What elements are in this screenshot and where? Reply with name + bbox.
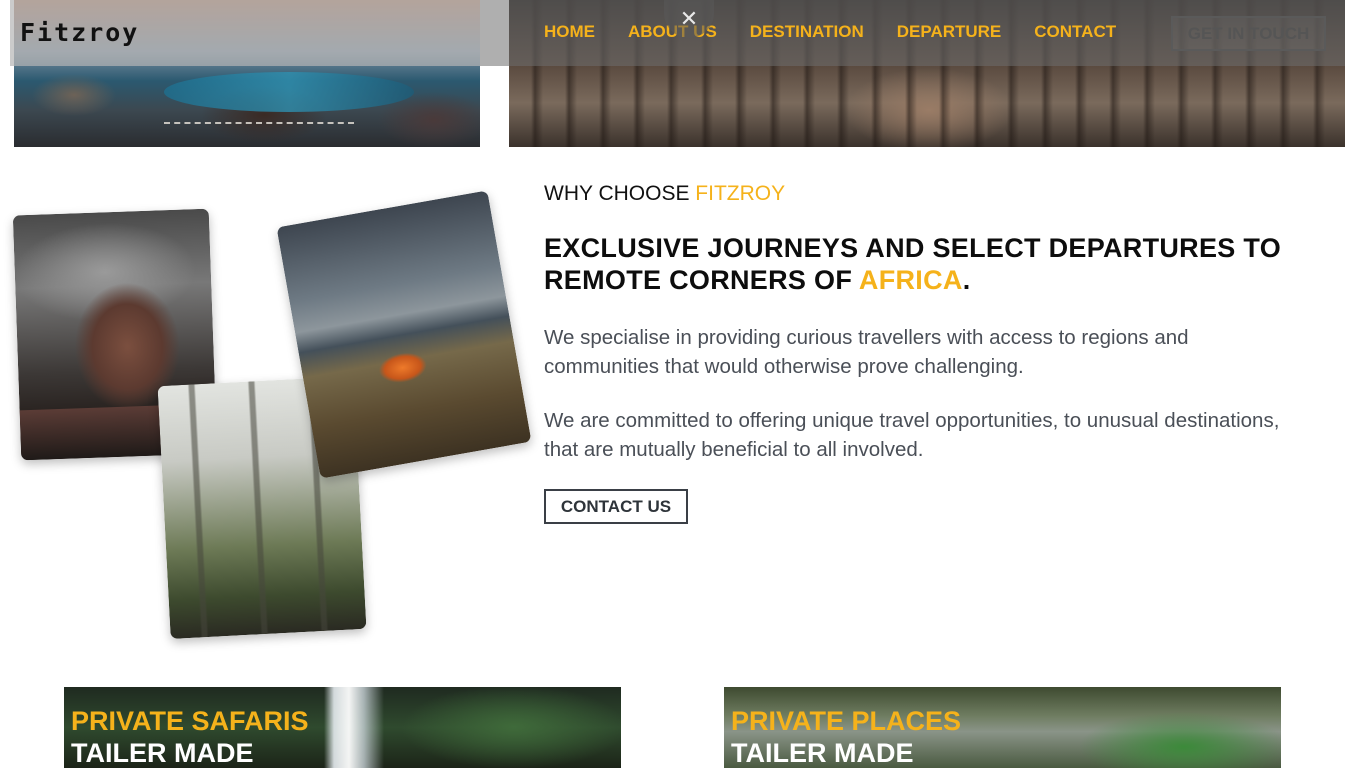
eyebrow-accent: FITZROY bbox=[695, 182, 786, 205]
card-subtitle: TAILER MADE bbox=[71, 738, 254, 768]
site-logo[interactable]: Fitzroy bbox=[20, 18, 139, 47]
commitment-paragraph: We are committed to offering unique trav… bbox=[544, 409, 1280, 461]
contact-us-button[interactable]: CONTACT US bbox=[544, 489, 688, 524]
card-title: PRIVATE PLACES bbox=[731, 706, 962, 736]
card-subtitle: TAILER MADE bbox=[731, 738, 914, 768]
card-private-places[interactable]: PRIVATE PLACES TAILER MADE bbox=[724, 687, 1281, 768]
nav-destination[interactable]: DESTINATION bbox=[750, 22, 864, 42]
get-in-touch-button[interactable]: GET IN TOUCH bbox=[1171, 16, 1326, 51]
main-nav: HOME ABOUT US DESTINATION DEPARTURE CONT… bbox=[544, 22, 1149, 42]
photo-tent bbox=[276, 190, 532, 479]
nav-departure[interactable]: DEPARTURE bbox=[897, 22, 1002, 42]
navbar: Fitzroy HOME ABOUT US DESTINATION DEPART… bbox=[10, 0, 1345, 66]
section-headline: EXCLUSIVE JOURNEYS AND SELECT DEPARTURES… bbox=[544, 232, 1304, 296]
hero-rope bbox=[164, 122, 354, 132]
intro-paragraph: We specialise in providing curious trave… bbox=[544, 326, 1189, 378]
hero-water bbox=[164, 72, 414, 112]
nav-home[interactable]: HOME bbox=[544, 22, 595, 42]
section-eyebrow: WHY CHOOSE FITZROY bbox=[544, 182, 785, 206]
card-private-safaris[interactable]: PRIVATE SAFARIS TAILER MADE bbox=[64, 687, 621, 768]
headline-end: . bbox=[962, 265, 971, 295]
card-title: PRIVATE SAFARIS bbox=[71, 706, 309, 736]
headline-accent: AFRICA bbox=[858, 265, 963, 295]
nav-contact[interactable]: CONTACT bbox=[1034, 22, 1116, 42]
eyebrow-text: WHY CHOOSE bbox=[544, 182, 696, 205]
